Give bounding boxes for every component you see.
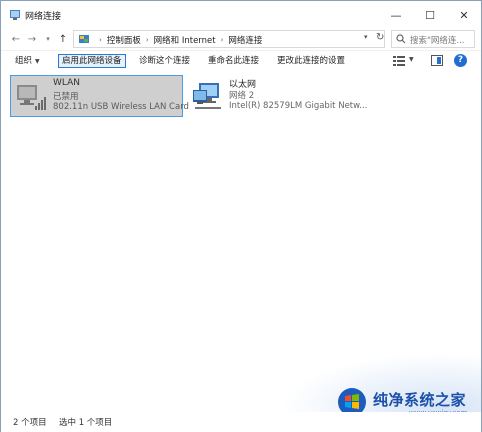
selected-count: 选中 1 个项目 <box>59 418 113 428</box>
refresh-icon[interactable]: ↻ <box>376 32 384 43</box>
breadcrumb-control-panel[interactable]: 控制面板 <box>107 34 141 46</box>
forward-button[interactable]: → <box>25 31 39 47</box>
back-button[interactable]: ← <box>9 31 23 47</box>
organize-button[interactable]: 组织 ▼ <box>12 54 43 68</box>
connection-item-wlan[interactable]: WLAN 已禁用 802.11n USB Wireless LAN Card <box>10 75 189 117</box>
recent-locations-button[interactable]: ▾ <box>41 31 55 47</box>
organize-label: 组织 <box>15 56 33 66</box>
breadcrumb-separator-icon: › <box>99 36 102 44</box>
minimize-button[interactable]: — <box>379 1 413 29</box>
view-options-icon[interactable] <box>393 55 405 66</box>
connection-device: Intel(R) 82579LM Gigabit Netw... <box>229 101 368 111</box>
control-panel-icon <box>79 35 89 43</box>
up-button[interactable]: ↑ <box>56 31 70 47</box>
watermark-title: 纯净系统之家 <box>373 391 467 409</box>
close-button[interactable]: ✕ <box>447 1 481 29</box>
rename-button[interactable]: 重命名此连接 <box>205 54 262 68</box>
connection-status: 已禁用 <box>53 92 79 102</box>
item-count: 2 个项目 <box>13 418 47 428</box>
connection-name: WLAN <box>53 78 81 88</box>
connection-status: 网络 2 <box>229 91 255 101</box>
network-connections-icon <box>10 10 20 20</box>
preview-pane-icon[interactable] <box>431 55 443 66</box>
connection-item-ethernet[interactable]: 以太网 网络 2 Intel(R) 82579LM Gigabit Netw..… <box>187 75 367 117</box>
breadcrumb: › 控制面板 › 网络和 Internet › 网络连接 <box>94 34 262 46</box>
maximize-button[interactable]: ☐ <box>413 1 447 29</box>
breadcrumb-separator-icon: › <box>220 36 224 44</box>
change-settings-button[interactable]: 更改此连接的设置 <box>274 54 348 68</box>
breadcrumb-network-internet[interactable]: 网络和 Internet <box>154 34 216 46</box>
breadcrumb-separator-icon: › <box>145 36 149 44</box>
diagnose-button[interactable]: 诊断这个连接 <box>136 54 193 68</box>
navigation-bar: ← → ▾ ↑ › 控制面板 › 网络和 Internet › 网络连接 ▾ ↻ <box>1 29 481 49</box>
view-dropdown-icon[interactable]: ▼ <box>409 56 414 63</box>
chevron-down-icon: ▼ <box>35 58 40 65</box>
status-bar: 2 个项目 选中 1 个项目 <box>1 412 481 432</box>
ethernet-adapter-icon <box>193 83 221 109</box>
search-input[interactable]: 搜索"网络连... <box>410 34 465 46</box>
search-box[interactable]: 搜索"网络连... <box>391 30 475 48</box>
enable-device-button[interactable]: 启用此网络设备 <box>58 54 126 68</box>
connection-device: 802.11n USB Wireless LAN Card <box>53 102 189 112</box>
address-dropdown-icon[interactable]: ▾ <box>364 33 368 41</box>
title-bar: 网络连接 — ☐ ✕ <box>1 1 481 29</box>
breadcrumb-network-connections[interactable]: 网络连接 <box>228 34 262 46</box>
help-icon[interactable]: ? <box>454 54 467 67</box>
address-bar[interactable]: › 控制面板 › 网络和 Internet › 网络连接 ▾ ↻ <box>73 30 385 48</box>
wifi-adapter-icon <box>17 85 46 110</box>
window-title: 网络连接 <box>25 12 62 22</box>
explorer-window: 网络连接 — ☐ ✕ ← → ▾ ↑ › 控制面板 › 网络和 Internet… <box>0 0 482 432</box>
search-icon <box>396 34 406 44</box>
command-bar: 组织 ▼ 启用此网络设备 诊断这个连接 重命名此连接 更改此连接的设置 ▼ ? <box>1 50 481 70</box>
